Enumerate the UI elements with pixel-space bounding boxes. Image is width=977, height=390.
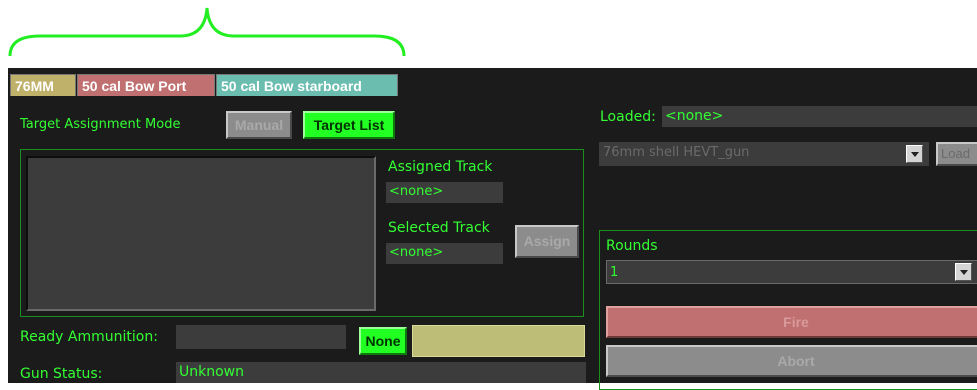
none-ammo-button[interactable]: None [359,327,407,355]
track-list[interactable] [26,156,376,311]
tab-50cal-bow-port[interactable]: 50 cal Bow Port [77,74,215,96]
assigned-track-label: Assigned Track [388,159,493,175]
target-assignment-mode-label: Target Assignment Mode [20,117,181,132]
ammo-color-box [412,325,585,357]
rounds-select[interactable]: 1 [606,260,977,284]
tab-50cal-bow-starboard[interactable]: 50 cal Bow starboard [216,74,398,96]
load-button[interactable]: Load [936,142,977,166]
selected-track-field: <none> [386,243,503,264]
fire-button[interactable]: Fire [606,306,977,338]
tab-76mm[interactable]: 76MM [10,74,76,96]
selected-track-label: Selected Track [388,220,490,236]
brace-path [8,7,406,57]
shell-dropdown-arrow-icon[interactable] [906,145,923,163]
rounds-label: Rounds [606,238,658,254]
ready-ammunition-field [176,325,346,349]
loaded-field: <none> [662,106,977,127]
brace-annotation [8,7,406,57]
assign-button[interactable]: Assign [515,225,579,258]
ready-ammunition-label: Ready Ammunition: [20,329,158,345]
assigned-track-field: <none> [386,182,503,203]
loaded-label: Loaded: [600,109,656,125]
target-list-button[interactable]: Target List [303,111,395,139]
rounds-dropdown-arrow-icon[interactable] [955,263,972,281]
abort-button[interactable]: Abort [606,345,977,377]
gun-status-label: Gun Status: [20,366,103,382]
manual-button[interactable]: Manual [226,111,292,139]
gun-status-field: Unknown [176,362,586,383]
shell-select[interactable]: 76mm shell HEVT_gun [599,142,929,166]
